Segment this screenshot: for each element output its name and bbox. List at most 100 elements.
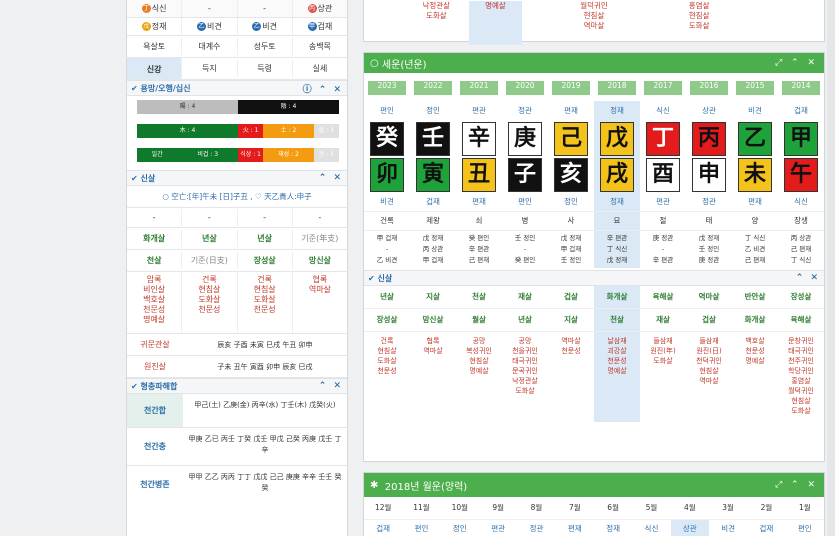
cell: 식신 [644,524,659,533]
year-button[interactable]: 2019 [552,81,590,95]
hap-row-3: 천간병존 甲甲 乙乙 丙丙 丁丁 戊戊 己己 庚庚 辛辛 壬壬 癸癸 [127,466,347,502]
cell: 지살 [410,286,456,309]
seun-panel: ○ 세운(년운) ⤢ ⌃ ✕ 2023 2022 2021 2020 2019 2018 2… [363,52,825,462]
cell: 편재 [564,106,578,115]
cell: 묘 [594,212,640,231]
cell: 편인 [502,193,548,212]
star-icon: ✱ [370,479,379,491]
ilgan-segment: 일간 [137,148,178,162]
stem-cell: 庚 [502,121,548,157]
cell: 육해살 [640,286,686,309]
cell: 상관 [702,106,716,115]
yang-segment: 陽 : 4 [137,100,238,114]
year-button[interactable]: 2020 [506,81,544,95]
cell: 명예살 [469,1,522,45]
cell: 사 [548,212,594,231]
cell: 겁살 [548,286,594,309]
cell: 정인 [452,524,467,533]
panel-controls[interactable]: ⤢ ⌃ ✕ [775,58,818,68]
branch-glyph: 子 [508,158,542,192]
panel-controls[interactable]: ⓘ ⌃ ✕ [303,82,343,95]
panel-controls[interactable]: ⌃ ✕ [796,273,820,283]
cell: 1월 [785,497,824,520]
check-icon: ✔ [131,381,138,391]
cell: 실세 [312,64,328,73]
woleun-header: ✱ 2018년 월운(양력) ⤢ ⌃ ✕ [364,473,824,497]
cell: 장성살 [778,286,824,309]
left-panel: 丁 식신 - - 丙 상관 戊 정재 乙 비견 乙 비견 甲 겁재 욕살토 대계수 성두토 … [126,0,348,536]
section-title: 신살 [140,173,156,183]
row-value: 甲甲 乙乙 丙丙 丁丁 戊戊 己己 庚庚 辛辛 壬壬 癸癸 [188,473,342,492]
sinsal2-row-3: 건록 현침살 도화살 천문성 협록 역마살 공망 복성귀인 현침살 명예살 공망 천을… [364,332,824,422]
cell: 戊 정재 甲 겁재 壬 정인 [560,234,582,264]
panel-controls[interactable]: ⌃ ✕ [319,173,343,183]
section-title: 형충파해합 [140,381,178,391]
year-button[interactable]: 2021 [460,81,498,95]
year-button[interactable]: 2018 [598,81,636,95]
fire-tag-icon: 丁 [141,4,151,13]
cell: 건록 현침살 도화살 천문성 [377,337,397,375]
panel-controls[interactable]: ⌃ ✕ [319,381,343,391]
stem-cell: 癸 [364,121,410,157]
cell: 재살 [502,286,548,309]
sinsal2-row-2: 장성살 망신살 월살 년살 지살 천살 재살 겁살 화개살 육해살 [364,309,824,332]
stem-cell: 丙 [686,121,732,157]
branch-cell: 寅 [410,157,456,193]
cell: 협록 역마살 [308,275,331,294]
sinsal-row-1: 화개살 년살 년살 기준(年支) [127,228,347,250]
cell: 장생 [778,212,824,231]
sipsin-bar: 일간 비겁 : 3 식상 : 1 재성 : 2 관 : 1 [137,148,339,162]
stem-glyph: 丁 [646,122,680,156]
cell: 득령 [238,60,293,77]
cell: 壬 정인 - 癸 편인 [514,234,536,264]
row-label: 원진살 [143,362,167,371]
top-gods-row: 편인 정인 편관 정관 편재 정재 식신 상관 비견 겁재 [364,101,824,121]
cell: 년살 [502,309,548,332]
year-button[interactable]: 2023 [368,81,406,95]
cell: 편관 [491,524,506,533]
stem-glyph: 甲 [784,122,818,156]
year-button[interactable]: 2015 [736,81,774,95]
year-button[interactable]: 2014 [782,81,820,95]
panel-controls[interactable]: ⤢ ⌃ ✕ [775,480,818,490]
cell: 건록 [364,212,410,231]
cell: - [182,0,238,17]
cell: 정인 [548,193,594,212]
branch-glyph: 亥 [554,158,588,192]
cell: 천살 [594,309,640,332]
cell: 병 [502,212,548,231]
year-button[interactable]: 2017 [644,81,682,95]
right-panel: 낙정관살 도화살 명예살 월덕귀인 현침살 역마살 홍염살 현침살 도화살 ○ … [363,0,825,536]
check-icon: ✔ [131,83,138,93]
cell: 천살 [456,286,502,309]
cell: 화개살 [594,286,640,309]
cell: 정재 [594,193,640,212]
month-gods-row: 겁재 편인 정인 편관 정관 편재 정재 식신 상관 비견 겁재 편인 [364,520,824,536]
stem-glyph: 己 [554,122,588,156]
circle-icon: ○ [370,57,379,69]
cell: 비견 [721,524,736,533]
cell: 정관 [529,524,544,533]
cell: 겁재 [376,524,391,533]
cell: 9월 [478,497,518,520]
year-button[interactable]: 2022 [414,81,452,95]
cell: 월덕귀인 현침살 역마살 [580,1,608,30]
section-header-sinsal2: ✔ 신살 ⌃ ✕ [364,270,824,286]
cell: 화개살 [127,230,183,247]
row-label: 천간합 [127,394,183,427]
cell: 5월 [632,497,671,520]
cell: 10월 [440,497,479,520]
cell: 겁재 [794,106,808,115]
cell: 戊 정재 壬 정인 庚 정관 [698,234,720,264]
section-title: 신살 [377,273,393,283]
stem-cell: 己 [548,121,594,157]
wood-segment: 木 : 4 [137,124,238,138]
cell: 甲 겁재 - 乙 비견 [376,234,398,264]
check-icon: ✔ [131,173,138,183]
scrollbar[interactable] [827,0,835,536]
branch-glyph: 丑 [462,158,496,192]
cell: 식신 [778,193,824,212]
year-button[interactable]: 2016 [690,81,728,95]
stem-cell: 壬 [410,121,456,157]
stem-glyph: 壬 [416,122,450,156]
